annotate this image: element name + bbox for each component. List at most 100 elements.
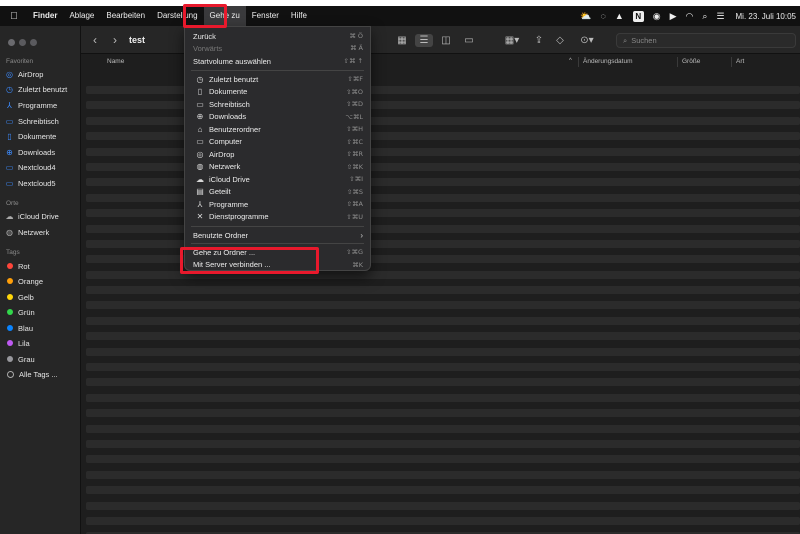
sidebar-item-nextcloud4[interactable]: ▭ Nextcloud4	[5, 160, 77, 174]
menu-item-downloads[interactable]: ⊕ Downloads ⌥⌘L	[185, 111, 370, 123]
sidebar-tag-yellow[interactable]: Gelb	[5, 290, 77, 304]
sort-chevron-icon[interactable]: ^	[569, 58, 572, 64]
sidebar-item-applications[interactable]: ⅄ Programme	[5, 98, 77, 112]
sidebar-tag-green[interactable]: Grün	[5, 305, 77, 319]
column-view-icon[interactable]: ◫	[438, 34, 454, 47]
menu-item-go-to-folder[interactable]: Gehe zu Ordner ... ⇧⌘G	[185, 246, 370, 258]
menu-item-recent-folders[interactable]: Benutzte Ordner ›	[185, 229, 370, 241]
menu-item-icloud[interactable]: ☁ iCloud Drive ⇧⌘I	[185, 173, 370, 185]
column-size[interactable]: Größe	[682, 58, 700, 65]
menu-item-airdrop[interactable]: ◎ AirDrop ⇧⌘R	[185, 148, 370, 160]
play-icon[interactable]: ▶	[670, 11, 677, 22]
empty-row	[86, 393, 800, 402]
menu-item-shared[interactable]: ▤ Geteilt ⇧⌘S	[185, 186, 370, 198]
sidebar-item-label: Grün	[18, 307, 35, 317]
control-center-icon[interactable]: ☰	[716, 11, 724, 22]
menu-item-label: Mit Server verbinden ...	[193, 260, 271, 269]
menu-fenster[interactable]: Fenster	[246, 6, 285, 26]
sidebar-tag-orange[interactable]: Orange	[5, 274, 77, 288]
menu-item-documents[interactable]: ▯ Dokumente ⇧⌘O	[185, 86, 370, 98]
globe-icon: ◍	[196, 162, 204, 171]
menu-clock[interactable]: Mi. 23. Juli 10:05	[736, 12, 796, 21]
wifi-icon[interactable]: ◠	[686, 11, 694, 22]
menu-shortcut: ⌘K	[352, 260, 363, 269]
gallery-view-icon[interactable]: ▭	[461, 34, 477, 47]
sidebar-tag-gray[interactable]: Grau	[5, 352, 77, 366]
sidebar-item-label: Gelb	[18, 292, 34, 302]
menu-shortcut: ⇧⌘R	[346, 150, 363, 158]
close-button[interactable]	[8, 39, 15, 46]
zoom-button[interactable]	[30, 39, 37, 46]
tag-icon[interactable]: ◇	[554, 34, 566, 47]
drive-icon[interactable]: ▲	[615, 11, 624, 21]
notion-icon[interactable]: N	[632, 10, 644, 22]
sidebar-item-documents[interactable]: ▯ Dokumente	[5, 129, 77, 143]
sidebar-item-nextcloud5[interactable]: ▭ Nextcloud5	[5, 176, 77, 190]
menu-shortcut: ⌘ Ö	[349, 32, 363, 40]
menu-item-utilities[interactable]: ✕ Dienstprogramme ⇧⌘U	[185, 211, 370, 223]
sidebar-item-airdrop[interactable]: ◎ AirDrop	[5, 67, 77, 81]
sidebar-item-network[interactable]: ◍ Netzwerk	[5, 225, 77, 239]
menu-ablage[interactable]: Ablage	[63, 6, 100, 26]
menu-darstellung[interactable]: Darstellung	[151, 6, 203, 26]
menu-shortcut: ⇧⌘ ↑	[343, 57, 363, 65]
search-icon[interactable]: ⌕	[702, 11, 707, 22]
menu-item-home[interactable]: ⌂ Benutzerordner ⇧⌘H	[185, 123, 370, 135]
globe-icon: ◍	[6, 227, 13, 237]
menu-bearbeiten[interactable]: Bearbeiten	[100, 6, 151, 26]
sidebar-item-downloads[interactable]: ⊕ Downloads	[5, 145, 77, 159]
tools-icon: ✕	[196, 212, 204, 221]
column-name[interactable]: Name	[107, 58, 124, 65]
tag-dot-icon	[7, 278, 13, 284]
icon-view-icon[interactable]: ▦	[394, 34, 410, 47]
sidebar-tag-red[interactable]: Rot	[5, 259, 77, 273]
share-icon[interactable]: ⇪	[533, 34, 545, 47]
list-view-icon[interactable]: ☰	[415, 34, 433, 47]
menu-finder[interactable]: Finder	[27, 6, 63, 26]
minimize-button[interactable]	[19, 39, 26, 46]
airdrop-icon: ◎	[6, 69, 13, 79]
apple-icon[interactable]: 	[7, 11, 21, 22]
column-kind[interactable]: Art	[736, 58, 744, 65]
sidebar-item-icloud[interactable]: ☁ iCloud Drive	[5, 209, 77, 223]
empty-row	[86, 516, 800, 525]
menu-item-label: Schreibtisch	[209, 99, 250, 109]
column-divider[interactable]	[731, 57, 732, 67]
menu-item-network[interactable]: ◍ Netzwerk ⇧⌘K	[185, 161, 370, 173]
menu-item-recents[interactable]: ◷ Zuletzt benutzt ⇧⌘F	[185, 73, 370, 85]
menu-item-label: Vorwärts	[193, 43, 223, 53]
home-icon: ⌂	[197, 124, 203, 134]
search-field[interactable]: ⌕ Suchen	[616, 33, 796, 48]
sidebar-item-desktop[interactable]: ▭ Schreibtisch	[5, 114, 77, 128]
sidebar-tag-purple[interactable]: Lila	[5, 336, 77, 350]
sidebar-item-label: Orange	[18, 276, 44, 286]
forward-icon[interactable]: ›	[113, 33, 117, 47]
sidebar-item-recents[interactable]: ◷ Zuletzt benutzt	[5, 82, 77, 96]
sidebar-tag-blue[interactable]: Blau	[5, 321, 77, 335]
back-icon[interactable]: ‹	[93, 33, 97, 47]
column-divider[interactable]	[578, 57, 579, 67]
menu-shortcut: ⇧⌘S	[346, 187, 363, 196]
group-icon[interactable]: ▦▾	[501, 34, 523, 47]
menu-hilfe[interactable]: Hilfe	[285, 6, 313, 26]
column-date[interactable]: Änderungsdatum	[583, 58, 633, 65]
menu-item-startup-volume[interactable]: Startvolume auswählen ⇧⌘ ↑	[185, 55, 370, 67]
sidebar-tag-all[interactable]: Alle Tags ...	[5, 367, 77, 381]
menu-item-back[interactable]: Zurück ⌘ Ö	[185, 30, 370, 42]
menu-item-label: Benutzte Ordner	[193, 230, 249, 240]
weather-icon[interactable]: ⛅	[580, 11, 591, 22]
menu-item-applications[interactable]: ⅄ Programme ⇧⌘A	[185, 198, 370, 210]
menu-gehe-zu[interactable]: Gehe zu	[203, 6, 246, 26]
user-icon[interactable]: ◉	[653, 11, 661, 22]
menu-item-computer[interactable]: ▭ Computer ⇧⌘C	[185, 136, 370, 148]
column-divider[interactable]	[677, 57, 678, 67]
menu-item-label: Benutzerordner	[209, 124, 261, 134]
menu-item-desktop[interactable]: ▭ Schreibtisch ⇧⌘D	[185, 98, 370, 110]
chat-icon[interactable]: ◌	[600, 11, 605, 21]
more-actions-icon[interactable]: ⊙▾	[576, 34, 598, 47]
menu-item-connect-server[interactable]: Mit Server verbinden ... ⌘K	[185, 259, 370, 271]
menu-item-label: Dienstprogramme	[209, 212, 269, 221]
empty-row	[86, 439, 800, 448]
cloud-icon: ☁	[5, 211, 14, 221]
menu-shortcut: ⌥⌘L	[345, 112, 363, 121]
